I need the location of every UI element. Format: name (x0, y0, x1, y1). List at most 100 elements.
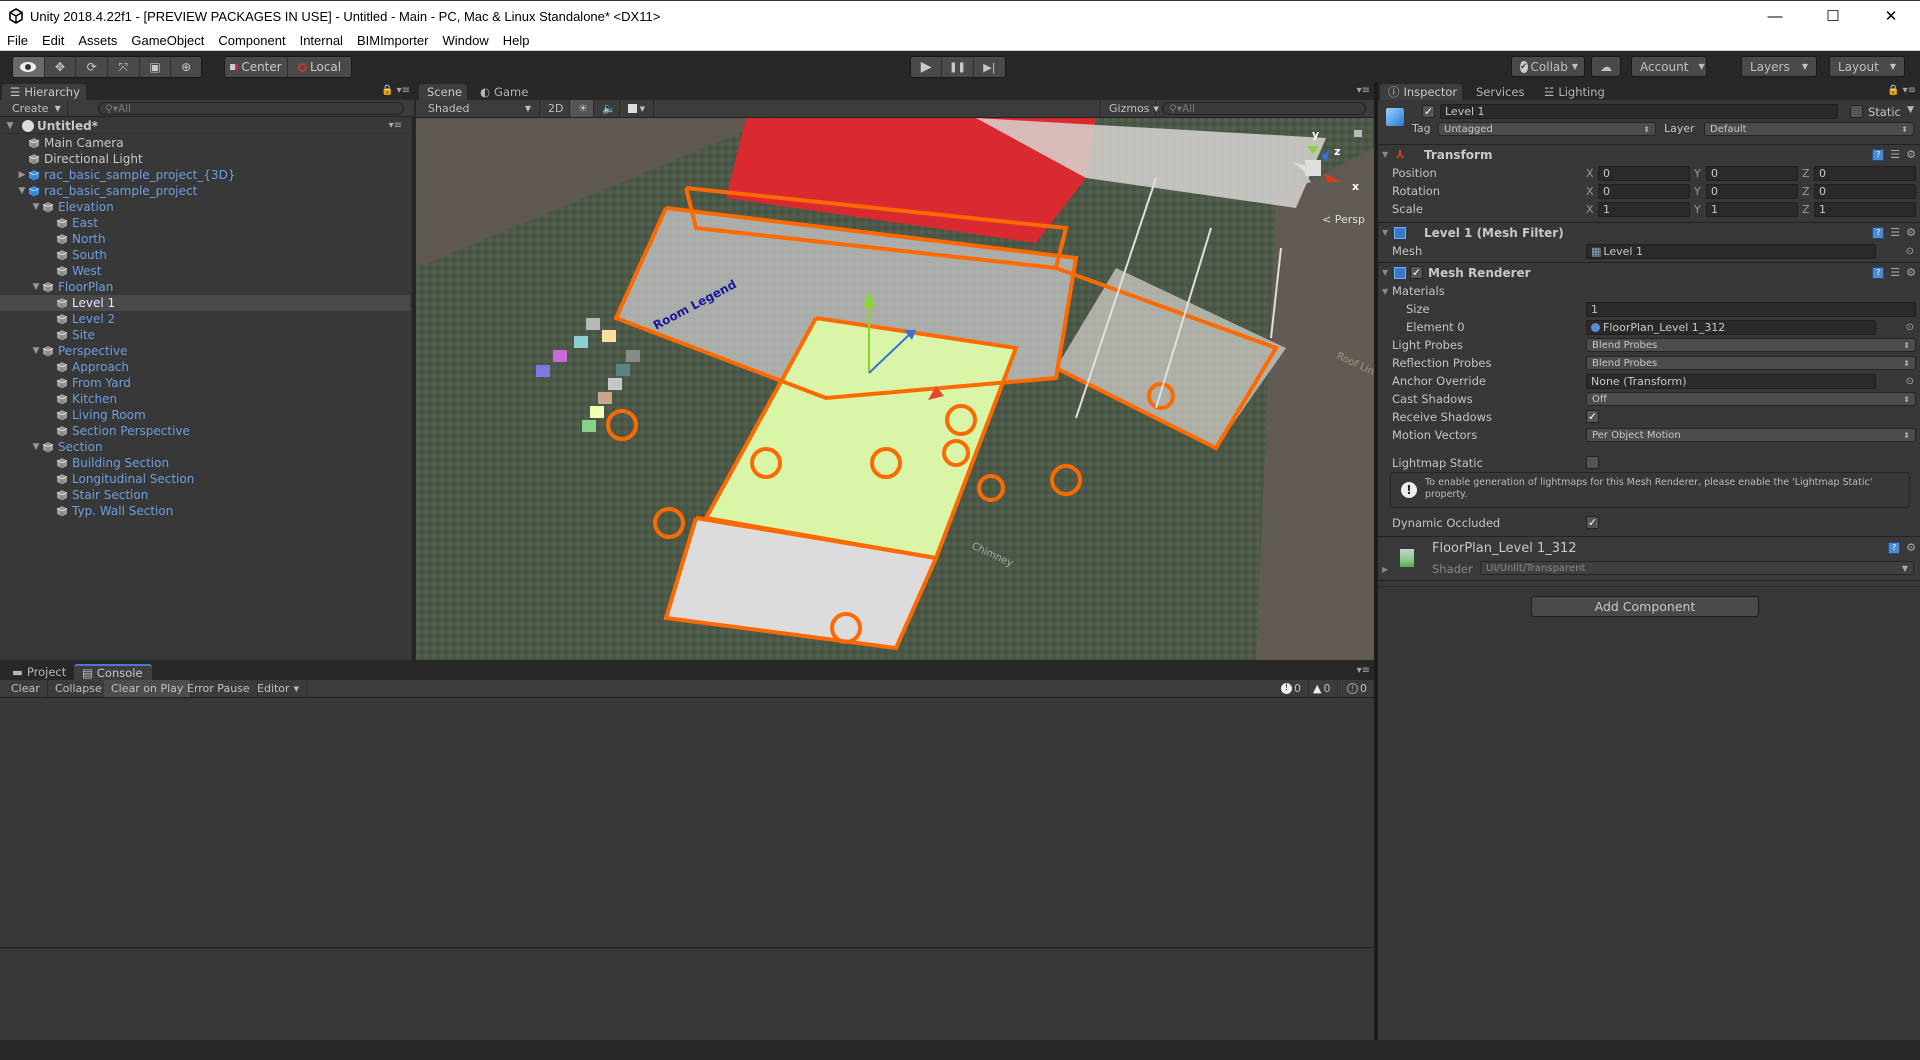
hierarchy-item[interactable]: Directional Light (0, 151, 410, 167)
hierarchy-item[interactable]: ▼ rac_basic_sample_project (0, 183, 410, 199)
cast-shadows-dropdown[interactable]: Off ⬍ (1586, 392, 1916, 406)
x-axis-label[interactable]: X (1586, 185, 1594, 198)
menu-window[interactable]: Window (435, 33, 495, 48)
account-dropdown[interactable]: Account ▼ (1631, 56, 1707, 77)
foldout-icon[interactable]: ▼ (1382, 287, 1388, 296)
hierarchy-item[interactable]: ▼ Elevation (0, 199, 410, 215)
hierarchy-item[interactable]: East (0, 215, 410, 231)
move-tool-button[interactable]: ✥ (45, 57, 77, 77)
foldout-icon[interactable]: ▼ (1382, 228, 1388, 237)
presets-icon[interactable]: ☰ (1890, 148, 1900, 161)
x-field[interactable]: 0 (1598, 165, 1690, 181)
element0-field[interactable]: FloorPlan_Level 1_312 (1586, 319, 1876, 335)
z-axis-label[interactable]: Z (1802, 167, 1810, 180)
hierarchy-item[interactable]: Kitchen (0, 391, 410, 407)
foldout-icon[interactable]: ▼ (1382, 150, 1388, 159)
expand-arrow-icon[interactable]: ▼ (30, 282, 42, 292)
help-icon[interactable]: ? (1872, 148, 1885, 161)
hierarchy-item[interactable]: North (0, 231, 410, 247)
hierarchy-item[interactable]: Living Room (0, 407, 410, 423)
hierarchy-item[interactable]: Main Camera (0, 135, 410, 151)
gizmos-dropdown[interactable]: Gizmos ▼ (1100, 100, 1159, 117)
static-dropdown-icon[interactable]: ▼ (1907, 105, 1914, 115)
dynamic-occluded-checkbox[interactable]: ✓ (1586, 516, 1599, 529)
menu-internal[interactable]: Internal (293, 33, 350, 48)
lightmap-static-checkbox[interactable] (1586, 456, 1599, 469)
pivot-rotation-button[interactable]: Local (288, 57, 351, 77)
object-picker-icon[interactable]: ⊙ (1906, 246, 1914, 257)
tab-console[interactable]: ▤ Console (74, 664, 152, 680)
scene-root-row[interactable]: ▼ Untitled* ▾≡ (0, 118, 410, 134)
hierarchy-item[interactable]: ▼ Section (0, 439, 410, 455)
motion-vectors-dropdown[interactable]: Per Object Motion ⬍ (1586, 428, 1916, 442)
rect-tool-button[interactable]: ▣ (140, 57, 172, 77)
transform-tool-button[interactable]: ⊕ (171, 57, 201, 77)
menu-component[interactable]: Component (211, 33, 292, 48)
z-field[interactable]: 0 (1814, 183, 1916, 199)
transform-header[interactable]: ▼ ⅄ Transform ? ☰ ⚙ (1378, 144, 1920, 164)
tag-dropdown[interactable]: Untagged ⬍ (1438, 122, 1656, 136)
object-picker-icon[interactable]: ⊙ (1906, 376, 1914, 387)
expand-arrow-icon[interactable]: ▼ (30, 442, 42, 452)
x-axis-label[interactable]: X (1586, 167, 1594, 180)
menu-file[interactable]: File (0, 33, 35, 48)
console-detail-area[interactable] (0, 948, 1374, 1040)
x-field[interactable]: 1 (1598, 201, 1690, 217)
hierarchy-item[interactable]: Level 2 (0, 311, 410, 327)
receive-shadows-checkbox[interactable]: ✓ (1586, 410, 1599, 423)
y-axis-label[interactable]: Y (1694, 167, 1701, 180)
console-log-list[interactable] (0, 698, 1374, 948)
hierarchy-item[interactable]: South (0, 247, 410, 263)
hierarchy-item[interactable]: ▼ Perspective (0, 343, 410, 359)
presets-icon[interactable]: ☰ (1890, 266, 1900, 279)
tab-project[interactable]: ▬ Project (4, 664, 72, 680)
effects-dropdown[interactable]: ▼ (620, 100, 654, 117)
menu-gameobject[interactable]: GameObject (124, 33, 211, 48)
mesh-filter-header[interactable]: ▼ Level 1 (Mesh Filter) ? ☰ ⚙ (1378, 222, 1920, 242)
y-field[interactable]: 0 (1706, 183, 1798, 199)
y-axis-label[interactable]: Y (1694, 185, 1701, 198)
x-field[interactable]: 0 (1598, 183, 1690, 199)
create-dropdown[interactable]: Create ▼ (6, 101, 68, 116)
clear-on-play-toggle[interactable]: Clear on Play (104, 680, 192, 697)
panel-menu-icon[interactable]: ▾≡ (1357, 665, 1370, 676)
expand-arrow-icon[interactable]: ▼ (30, 346, 42, 356)
y-field[interactable]: 1 (1706, 201, 1798, 217)
menu-assets[interactable]: Assets (71, 33, 124, 48)
draw-mode-dropdown[interactable]: Shaded ▼ (420, 100, 540, 117)
menu-edit[interactable]: Edit (35, 33, 71, 48)
collapse-button[interactable]: Collapse (48, 680, 110, 697)
y-field[interactable]: 0 (1706, 165, 1798, 181)
add-component-button[interactable]: Add Component (1531, 596, 1759, 617)
hierarchy-item[interactable]: Typ. Wall Section (0, 503, 410, 519)
hierarchy-item[interactable]: West (0, 263, 410, 279)
hierarchy-item[interactable]: Site (0, 327, 410, 343)
help-icon[interactable]: ? (1872, 226, 1885, 239)
size-field[interactable]: 1 (1586, 301, 1916, 317)
presets-icon[interactable]: ☰ (1890, 226, 1900, 239)
lock-icon[interactable] (1354, 130, 1362, 137)
active-checkbox[interactable]: ✓ (1422, 105, 1435, 118)
gear-icon[interactable]: ⚙ (1906, 266, 1916, 279)
panel-menu-icon[interactable]: ▾≡ (1357, 85, 1370, 96)
expand-arrow-icon[interactable]: ▶ (16, 170, 28, 180)
shader-dropdown[interactable]: UI/Unlit/Transparent ▼ (1480, 561, 1914, 575)
tab-lighting[interactable]: ☱ Lighting (1536, 84, 1610, 100)
z-axis-label[interactable]: Z (1802, 203, 1810, 216)
tab-inspector[interactable]: ⓘ Inspector (1380, 84, 1462, 100)
audio-toggle[interactable]: 🔈 (594, 100, 620, 117)
editor-dropdown[interactable]: Editor ▼ (250, 680, 307, 697)
object-name-field[interactable]: Level 1 (1440, 104, 1838, 119)
panel-menu-icon[interactable]: 🔒 ▾≡ (1887, 85, 1916, 96)
z-field[interactable]: 0 (1814, 165, 1916, 181)
help-icon[interactable]: ? (1888, 541, 1901, 554)
rotate-tool-button[interactable]: ⟳ (76, 57, 109, 77)
view-tool-button[interactable] (13, 57, 45, 77)
expand-arrow-icon[interactable]: ▼ (16, 186, 28, 196)
x-axis-label[interactable]: X (1586, 203, 1594, 216)
lighting-toggle[interactable]: ☀ (570, 100, 594, 117)
menu-help[interactable]: Help (496, 33, 537, 48)
mesh-renderer-enabled-checkbox[interactable]: ✓ (1410, 266, 1423, 279)
help-icon[interactable]: ? (1872, 266, 1885, 279)
panel-menu-icon[interactable]: 🔒 ▾≡ (381, 85, 410, 96)
